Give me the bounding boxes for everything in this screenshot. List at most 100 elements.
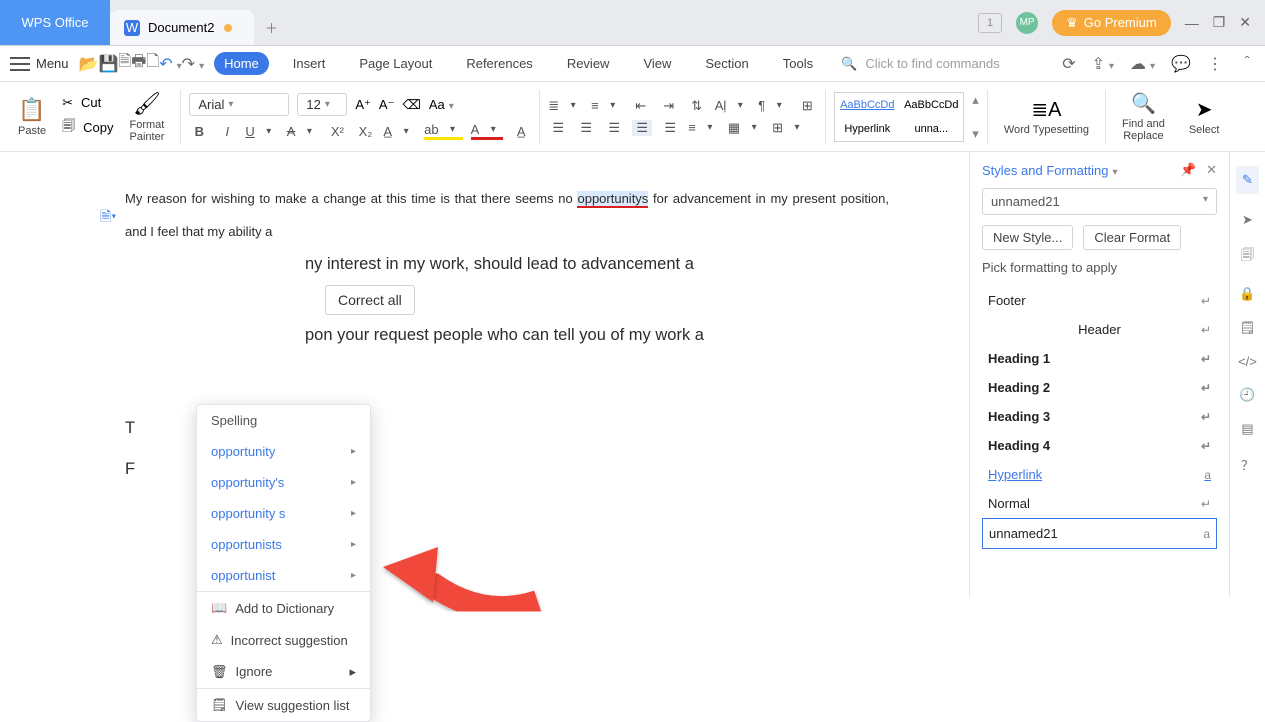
doc-paragraph[interactable]: My reason for wishing to make a change a… (125, 182, 889, 248)
workspace-count-icon[interactable]: 1 (978, 13, 1002, 33)
superscript-button[interactable]: X² (327, 124, 347, 139)
text-dir-icon[interactable]: Aļ▾ (715, 98, 751, 113)
tab-home[interactable]: Home (214, 52, 269, 75)
undo-icon[interactable]: ↶▾ (159, 54, 181, 74)
suggestion-opportunist[interactable]: opportunist▸ (197, 560, 370, 591)
ignore-item[interactable]: 🗑Ignore▸ (197, 656, 370, 688)
strip-layout-icon[interactable]: ▤ (1241, 421, 1253, 437)
tab-references[interactable]: References (456, 52, 542, 75)
strip-history-icon[interactable]: 🕘 (1239, 387, 1255, 403)
close-button[interactable]: ✕ (1239, 14, 1251, 31)
clear-format-icon[interactable]: ⌫ (402, 97, 420, 113)
share-icon[interactable]: ⇪▾ (1092, 54, 1114, 74)
numbering-icon[interactable]: ≡▾ (591, 98, 623, 113)
tab-tools[interactable]: Tools (773, 52, 823, 75)
doc-paragraph-3[interactable]: pon your request people who can tell you… (125, 319, 889, 352)
strip-note-icon[interactable]: 🗒 (1239, 320, 1256, 336)
style-heading-3[interactable]: Heading 3↵ (982, 402, 1217, 431)
panel-close-icon[interactable]: ✕ (1206, 162, 1217, 177)
size-select[interactable]: 12▾ (297, 93, 347, 116)
more-icon[interactable]: ⋮ (1207, 54, 1223, 74)
align-center-icon[interactable]: ☰ (576, 120, 596, 136)
style-footer[interactable]: Footer↵ (982, 286, 1217, 315)
avatar[interactable]: MP (1016, 12, 1038, 34)
panel-title[interactable]: Styles and Formatting▾ (982, 163, 1117, 178)
style-up-icon[interactable]: ▴ (972, 92, 979, 108)
tab-document[interactable]: W Document2 (110, 10, 254, 45)
suggestion-opportunity[interactable]: opportunity▸ (197, 436, 370, 467)
incorrect-suggestion[interactable]: ⚠Incorrect suggestion (197, 624, 370, 656)
style-heading-1[interactable]: Heading 1↵ (982, 344, 1217, 373)
align-left-icon[interactable]: ☰ (548, 120, 568, 136)
subscript-button[interactable]: X₂ (355, 124, 375, 139)
strip-lock-icon[interactable]: 🔒 (1239, 286, 1255, 302)
italic-button[interactable]: I (217, 124, 237, 139)
sort-icon[interactable]: ⇅ (687, 98, 707, 114)
style-hyperlink[interactable]: Hyperlinka (982, 460, 1217, 489)
font-select[interactable]: Arial▾ (189, 93, 289, 116)
suggestion-opportunity-s[interactable]: opportunity s▸ (197, 498, 370, 529)
sync-icon[interactable]: ⟳ (1062, 54, 1075, 74)
align-justify-icon[interactable]: ☰ (632, 120, 652, 136)
indent-dec-icon[interactable]: ⇤ (631, 98, 651, 114)
tabs-icon[interactable]: ⊞ (797, 98, 817, 114)
paste-icon[interactable]: 📋 (18, 97, 45, 123)
comment-icon[interactable]: 💬 (1171, 54, 1191, 74)
strip-format-icon[interactable]: ✎ (1236, 166, 1259, 194)
strip-help-icon[interactable]: ？ (1241, 455, 1254, 474)
cloud-icon[interactable]: ☁▾ (1130, 54, 1155, 74)
style-gallery[interactable]: AaBbCcDd AaBbCcDd Hyperlink unna... (834, 92, 964, 142)
style-down-icon[interactable]: ▾ (972, 126, 979, 142)
tab-add-button[interactable]: ＋ (254, 10, 288, 45)
tab-view[interactable]: View (633, 52, 681, 75)
go-premium-button[interactable]: ♛Go Premium (1052, 10, 1171, 36)
align-right-icon[interactable]: ☰ (604, 120, 624, 136)
maximize-button[interactable]: ❐ (1213, 14, 1226, 31)
copy-icon[interactable]: 🗐 (62, 117, 75, 139)
print-icon[interactable]: 🖶 (131, 50, 146, 77)
strip-select-icon[interactable]: ➤ (1242, 212, 1253, 228)
style-unnamed21[interactable]: unnamed21a (982, 518, 1217, 549)
grow-font-icon[interactable]: A⁺ (355, 97, 371, 113)
style-normal[interactable]: Normal↵ (982, 489, 1217, 518)
font-color-icon[interactable]: A▾ (471, 122, 504, 140)
preview-icon[interactable]: 🗋 (146, 50, 159, 77)
bullets-icon[interactable]: ≣▾ (548, 98, 583, 114)
save-icon[interactable]: 💾 (98, 54, 118, 74)
correct-all-button[interactable]: Correct all (325, 285, 415, 315)
find-replace-button[interactable]: 🔍 Find and Replace (1114, 91, 1173, 142)
redo-icon[interactable]: ↷▾ (182, 54, 204, 74)
word-typesetting-button[interactable]: ≣A Word Typesetting (996, 97, 1097, 136)
misspelled-word[interactable]: opportunitys (577, 191, 648, 208)
underline-button[interactable]: U▾ (245, 124, 278, 139)
style-heading-2[interactable]: Heading 2↵ (982, 373, 1217, 402)
select-button[interactable]: ➤ Select (1181, 97, 1228, 136)
shrink-font-icon[interactable]: A⁻ (379, 97, 395, 113)
change-case-icon[interactable]: Aa▾ (429, 97, 454, 112)
bold-button[interactable]: B (189, 124, 209, 139)
highlight-icon[interactable]: ab▾ (424, 122, 462, 140)
current-style-select[interactable]: unnamed21▾ (982, 188, 1217, 215)
suggestion-opportunitys-2[interactable]: opportunity's▸ (197, 467, 370, 498)
para-mark-icon[interactable]: ¶▾ (758, 98, 789, 113)
strip-clipboard-icon[interactable]: 🗐 (1241, 246, 1254, 268)
tab-insert[interactable]: Insert (283, 52, 336, 75)
new-style-button[interactable]: New Style... (982, 225, 1073, 250)
indent-inc-icon[interactable]: ⇥ (659, 98, 679, 114)
clear-format-button[interactable]: Clear Format (1083, 225, 1181, 250)
text-effect-icon[interactable]: A̲▾ (383, 124, 416, 139)
tab-section[interactable]: Section (695, 52, 758, 75)
cut-icon[interactable]: ✂ (62, 95, 73, 111)
shading-icon[interactable]: ▦▾ (728, 120, 764, 136)
format-painter-icon[interactable]: 🖌 (133, 91, 161, 117)
suggestion-opportunists[interactable]: opportunists▸ (197, 529, 370, 560)
tab-page-layout[interactable]: Page Layout (349, 52, 442, 75)
minimize-button[interactable]: — (1185, 15, 1199, 31)
open-icon[interactable]: 📂 (79, 54, 99, 74)
strike-button[interactable]: A▾ (287, 124, 320, 139)
style-header[interactable]: Header↵ (982, 315, 1217, 344)
char-shade-icon[interactable]: A̲ (511, 124, 531, 139)
doc-paragraph-2[interactable]: ny interest in my work, should lead to a… (125, 248, 889, 281)
strip-code-icon[interactable]: </> (1238, 354, 1257, 369)
export-icon[interactable]: 🗎 (118, 50, 131, 77)
